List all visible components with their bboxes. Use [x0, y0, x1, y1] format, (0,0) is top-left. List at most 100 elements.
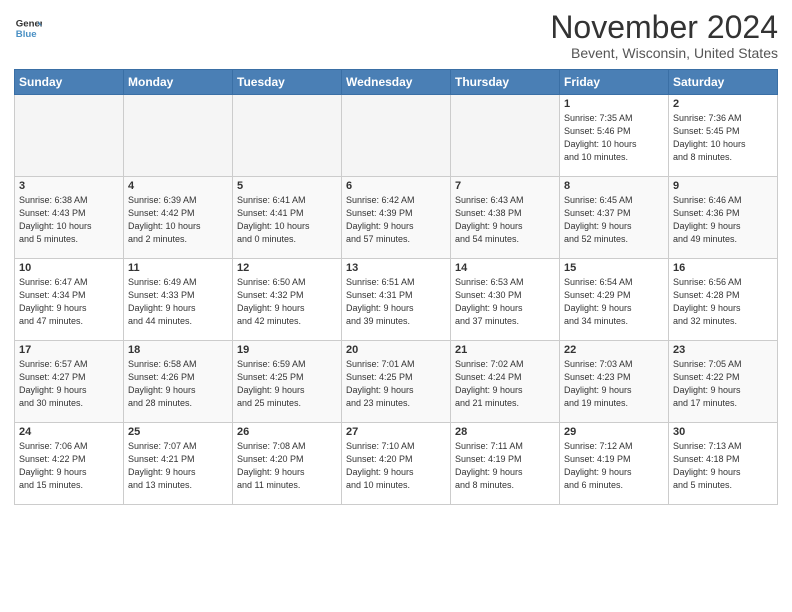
day-info: Sunrise: 6:59 AM Sunset: 4:25 PM Dayligh…: [237, 358, 337, 410]
day-number: 18: [128, 344, 228, 356]
svg-text:General: General: [16, 18, 42, 29]
day-info: Sunrise: 7:03 AM Sunset: 4:23 PM Dayligh…: [564, 358, 664, 410]
day-number: 19: [237, 344, 337, 356]
day-info: Sunrise: 6:46 AM Sunset: 4:36 PM Dayligh…: [673, 194, 773, 246]
day-number: 8: [564, 180, 664, 192]
calendar-cell-2-0: 10Sunrise: 6:47 AM Sunset: 4:34 PM Dayli…: [15, 259, 124, 341]
day-info: Sunrise: 6:50 AM Sunset: 4:32 PM Dayligh…: [237, 276, 337, 328]
calendar-cell-4-6: 30Sunrise: 7:13 AM Sunset: 4:18 PM Dayli…: [669, 423, 778, 505]
week-row-4: 24 Sunrise: 7:06 AM Sunset: 4:22 PM Dayli…: [15, 423, 778, 505]
logo-icon: General Blue: [14, 14, 42, 42]
day-number: 11: [128, 262, 228, 274]
calendar-cell-0-0: [15, 95, 124, 177]
calendar-cell-0-3: [342, 95, 451, 177]
day-info: Sunrise: 6:49 AM Sunset: 4:33 PM Dayligh…: [128, 276, 228, 328]
day-number: 9: [673, 180, 773, 192]
day-info: Sunrise: 7:12 AM Sunset: 4:19 PM Dayligh…: [564, 440, 664, 492]
day-info: Sunrise: 7:02 AM Sunset: 4:24 PM Dayligh…: [455, 358, 555, 410]
calendar-cell-0-4: [451, 95, 560, 177]
day-info: Sunrise: 7:13 AM Sunset: 4:18 PM Dayligh…: [673, 440, 773, 492]
calendar-cell-3-0: 17 Sunrise: 6:57 AM Sunset: 4:27 PM Dayli…: [15, 341, 124, 423]
title-block: November 2024 Bevent, Wisconsin, United …: [550, 10, 778, 61]
calendar-cell-2-5: 15Sunrise: 6:54 AM Sunset: 4:29 PM Dayli…: [560, 259, 669, 341]
logo: General Blue: [14, 14, 42, 42]
day-number: 13: [346, 262, 446, 274]
day-info: Sunrise: 7:07 AM Sunset: 4:21 PM Dayligh…: [128, 440, 228, 492]
day-info: Sunrise: 6:54 AM Sunset: 4:29 PM Dayligh…: [564, 276, 664, 328]
calendar-cell-4-1: 25Sunrise: 7:07 AM Sunset: 4:21 PM Dayli…: [124, 423, 233, 505]
calendar-cell-4-2: 26 Sunrise: 7:08 AM Sunset: 4:20 PM Dayli…: [233, 423, 342, 505]
calendar-cell-0-1: [124, 95, 233, 177]
calendar-cell-1-0: 3 Sunrise: 6:38 AM Sunset: 4:43 PM Daylig…: [15, 177, 124, 259]
calendar-cell-2-3: 13 Sunrise: 6:51 AM Sunset: 4:31 PM Dayli…: [342, 259, 451, 341]
day-info: Sunrise: 7:05 AM Sunset: 4:22 PM Dayligh…: [673, 358, 773, 410]
week-row-0: 1 Sunrise: 7:35 AM Sunset: 5:46 PM Daylig…: [15, 95, 778, 177]
calendar-cell-3-6: 23 Sunrise: 7:05 AM Sunset: 4:22 PM Dayli…: [669, 341, 778, 423]
day-info: Sunrise: 7:06 AM Sunset: 4:22 PM Dayligh…: [19, 440, 119, 492]
calendar-cell-1-3: 6Sunrise: 6:42 AM Sunset: 4:39 PM Daylig…: [342, 177, 451, 259]
day-number: 27: [346, 426, 446, 438]
day-info: Sunrise: 7:01 AM Sunset: 4:25 PM Dayligh…: [346, 358, 446, 410]
day-info: Sunrise: 6:57 AM Sunset: 4:27 PM Dayligh…: [19, 358, 119, 410]
col-wednesday: Wednesday: [342, 70, 451, 95]
day-number: 12: [237, 262, 337, 274]
day-number: 16: [673, 262, 773, 274]
calendar-cell-4-0: 24 Sunrise: 7:06 AM Sunset: 4:22 PM Dayli…: [15, 423, 124, 505]
day-number: 10: [19, 262, 119, 274]
calendar-cell-0-2: [233, 95, 342, 177]
col-saturday: Saturday: [669, 70, 778, 95]
day-number: 3: [19, 180, 119, 192]
day-info: Sunrise: 6:56 AM Sunset: 4:28 PM Dayligh…: [673, 276, 773, 328]
calendar-cell-4-3: 27 Sunrise: 7:10 AM Sunset: 4:20 PM Dayli…: [342, 423, 451, 505]
day-number: 26: [237, 426, 337, 438]
calendar-cell-2-1: 11 Sunrise: 6:49 AM Sunset: 4:33 PM Dayli…: [124, 259, 233, 341]
calendar-cell-3-2: 19 Sunrise: 6:59 AM Sunset: 4:25 PM Dayli…: [233, 341, 342, 423]
week-row-1: 3 Sunrise: 6:38 AM Sunset: 4:43 PM Daylig…: [15, 177, 778, 259]
calendar-cell-4-4: 28 Sunrise: 7:11 AM Sunset: 4:19 PM Dayli…: [451, 423, 560, 505]
day-info: Sunrise: 6:58 AM Sunset: 4:26 PM Dayligh…: [128, 358, 228, 410]
day-number: 28: [455, 426, 555, 438]
day-info: Sunrise: 7:11 AM Sunset: 4:19 PM Dayligh…: [455, 440, 555, 492]
day-info: Sunrise: 6:43 AM Sunset: 4:38 PM Dayligh…: [455, 194, 555, 246]
calendar-cell-1-2: 5Sunrise: 6:41 AM Sunset: 4:41 PM Daylig…: [233, 177, 342, 259]
day-number: 29: [564, 426, 664, 438]
day-info: Sunrise: 7:08 AM Sunset: 4:20 PM Dayligh…: [237, 440, 337, 492]
day-info: Sunrise: 7:35 AM Sunset: 5:46 PM Dayligh…: [564, 112, 664, 164]
calendar-cell-1-6: 9 Sunrise: 6:46 AM Sunset: 4:36 PM Daylig…: [669, 177, 778, 259]
calendar-cell-0-6: 2Sunrise: 7:36 AM Sunset: 5:45 PM Daylig…: [669, 95, 778, 177]
svg-text:Blue: Blue: [16, 29, 37, 40]
day-info: Sunrise: 6:53 AM Sunset: 4:30 PM Dayligh…: [455, 276, 555, 328]
header: General Blue November 2024 Bevent, Wisco…: [14, 10, 778, 61]
location: Bevent, Wisconsin, United States: [550, 45, 778, 61]
page: General Blue November 2024 Bevent, Wisco…: [0, 0, 792, 612]
day-info: Sunrise: 6:41 AM Sunset: 4:41 PM Dayligh…: [237, 194, 337, 246]
day-info: Sunrise: 7:10 AM Sunset: 4:20 PM Dayligh…: [346, 440, 446, 492]
day-info: Sunrise: 6:51 AM Sunset: 4:31 PM Dayligh…: [346, 276, 446, 328]
col-thursday: Thursday: [451, 70, 560, 95]
day-number: 2: [673, 98, 773, 110]
calendar-cell-1-1: 4 Sunrise: 6:39 AM Sunset: 4:42 PM Daylig…: [124, 177, 233, 259]
day-number: 23: [673, 344, 773, 356]
calendar-cell-3-3: 20Sunrise: 7:01 AM Sunset: 4:25 PM Dayli…: [342, 341, 451, 423]
day-info: Sunrise: 6:38 AM Sunset: 4:43 PM Dayligh…: [19, 194, 119, 246]
calendar-cell-2-6: 16 Sunrise: 6:56 AM Sunset: 4:28 PM Dayli…: [669, 259, 778, 341]
day-number: 1: [564, 98, 664, 110]
calendar-cell-1-4: 7 Sunrise: 6:43 AM Sunset: 4:38 PM Daylig…: [451, 177, 560, 259]
day-number: 17: [19, 344, 119, 356]
week-row-2: 10Sunrise: 6:47 AM Sunset: 4:34 PM Dayli…: [15, 259, 778, 341]
month-title: November 2024: [550, 10, 778, 45]
day-number: 22: [564, 344, 664, 356]
calendar-cell-2-2: 12 Sunrise: 6:50 AM Sunset: 4:32 PM Dayli…: [233, 259, 342, 341]
day-number: 21: [455, 344, 555, 356]
day-info: Sunrise: 6:42 AM Sunset: 4:39 PM Dayligh…: [346, 194, 446, 246]
day-info: Sunrise: 6:39 AM Sunset: 4:42 PM Dayligh…: [128, 194, 228, 246]
calendar-cell-1-5: 8Sunrise: 6:45 AM Sunset: 4:37 PM Daylig…: [560, 177, 669, 259]
col-sunday: Sunday: [15, 70, 124, 95]
day-number: 24: [19, 426, 119, 438]
calendar-cell-3-4: 21 Sunrise: 7:02 AM Sunset: 4:24 PM Dayli…: [451, 341, 560, 423]
col-friday: Friday: [560, 70, 669, 95]
day-number: 4: [128, 180, 228, 192]
col-monday: Monday: [124, 70, 233, 95]
day-number: 7: [455, 180, 555, 192]
calendar-cell-4-5: 29 Sunrise: 7:12 AM Sunset: 4:19 PM Dayli…: [560, 423, 669, 505]
